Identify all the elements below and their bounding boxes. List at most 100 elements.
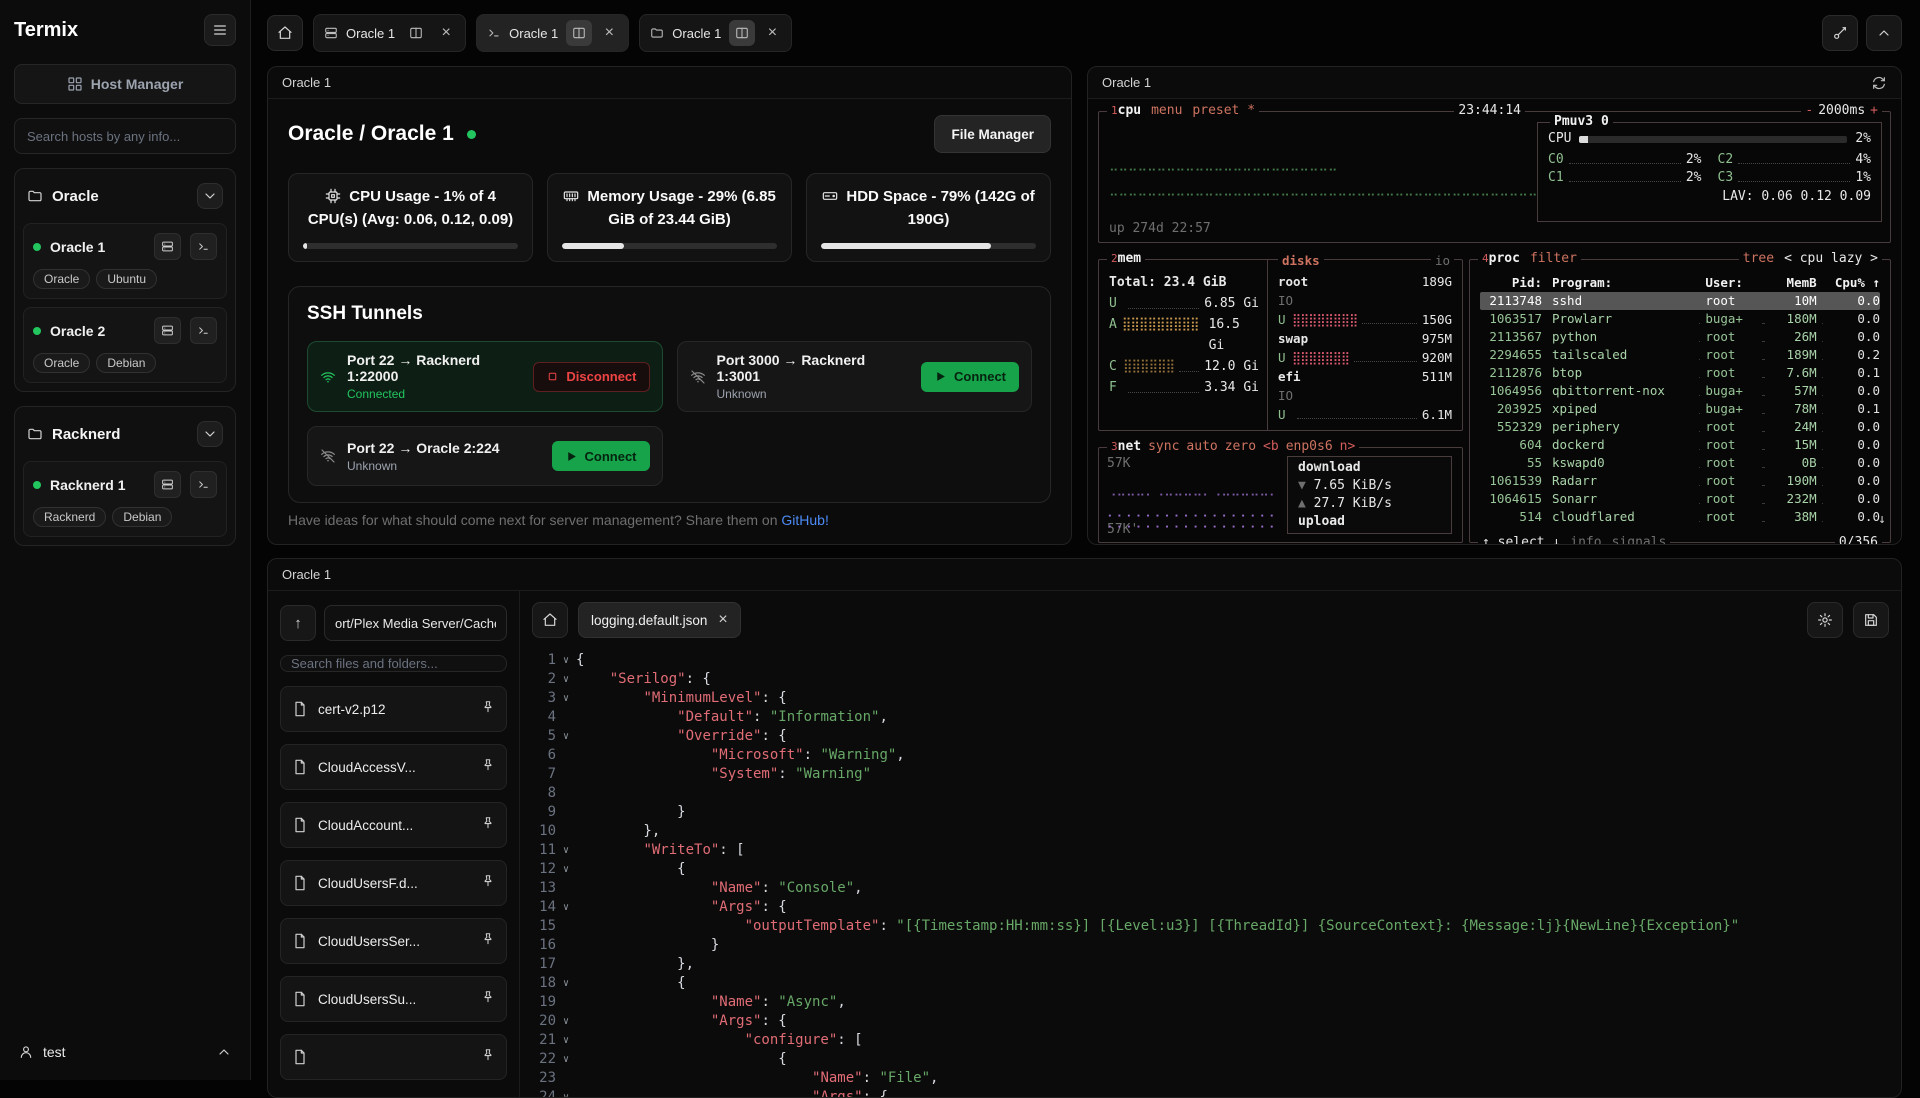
- file-list-item[interactable]: CloudUsersF.d...: [280, 860, 507, 906]
- file-manager-button[interactable]: File Manager: [934, 115, 1051, 153]
- open-file-tab[interactable]: logging.default.json ×: [578, 602, 741, 638]
- host-terminal-button[interactable]: [190, 471, 217, 498]
- file-list-item[interactable]: [280, 1034, 507, 1080]
- process-row[interactable]: 2113748sshdroot10M0.0: [1480, 292, 1880, 310]
- line-number: 3: [520, 689, 556, 708]
- collapse-button[interactable]: [1866, 15, 1902, 51]
- fold-marker[interactable]: ∨: [556, 860, 576, 879]
- tab-files[interactable]: Oracle 1×: [639, 14, 792, 52]
- play-icon: [934, 370, 947, 383]
- file-list-item[interactable]: cert-v2.p12: [280, 686, 507, 732]
- proc-filter[interactable]: filter: [1530, 251, 1577, 267]
- process-row[interactable]: 514cloudflaredroot38M0.0: [1480, 508, 1880, 526]
- host-terminal-button[interactable]: [190, 233, 217, 260]
- proc-tree[interactable]: tree: [1743, 251, 1774, 267]
- host-connect-button[interactable]: [154, 233, 181, 260]
- editor-settings-button[interactable]: [1807, 602, 1843, 638]
- connect-button[interactable]: Connect: [921, 362, 1019, 392]
- proc-footer-info[interactable]: info: [1570, 535, 1601, 545]
- process-row[interactable]: 1061539Radarrroot190M0.0: [1480, 472, 1880, 490]
- file-list-item[interactable]: CloudAccessV...: [280, 744, 507, 790]
- host-terminal-button[interactable]: [190, 317, 217, 344]
- file-list-item[interactable]: CloudUsersSu...: [280, 976, 507, 1022]
- host-item[interactable]: Oracle 2OracleDebian: [23, 307, 227, 383]
- host-group-header[interactable]: Racknerd: [23, 415, 227, 453]
- group-collapse-button[interactable]: [197, 183, 223, 209]
- host-group-header[interactable]: Oracle: [23, 177, 227, 215]
- process-row[interactable]: 55kswapd0root0B0.0: [1480, 454, 1880, 472]
- btop-menu[interactable]: menu: [1151, 103, 1182, 119]
- refresh-icon[interactable]: [1871, 75, 1887, 91]
- tab-close-button[interactable]: ×: [437, 25, 455, 41]
- tab-close-button[interactable]: ×: [763, 25, 781, 41]
- chevron-up-icon[interactable]: [216, 1044, 232, 1060]
- pin-button[interactable]: [481, 990, 495, 1009]
- feedback-text: Have ideas for what should come next for…: [288, 512, 829, 528]
- tab-close-button[interactable]: ×: [600, 25, 618, 41]
- menu-button[interactable]: [204, 14, 236, 46]
- fold-marker[interactable]: ∨: [556, 841, 576, 860]
- host-item[interactable]: Oracle 1OracleUbuntu: [23, 223, 227, 299]
- search-hosts-input[interactable]: [14, 118, 236, 154]
- file-search-input[interactable]: [280, 655, 507, 672]
- tools-button[interactable]: [1822, 15, 1858, 51]
- fold-marker[interactable]: ∨: [556, 974, 576, 993]
- fold-marker[interactable]: ∨: [556, 898, 576, 917]
- split-view-button[interactable]: [729, 20, 755, 46]
- fold-marker[interactable]: ∨: [556, 670, 576, 689]
- process-row[interactable]: 203925xpipedbuga+78M0.1: [1480, 400, 1880, 418]
- process-row[interactable]: 1064615Sonarrroot232M0.0: [1480, 490, 1880, 508]
- server-rows-icon: [161, 324, 174, 337]
- host-manager-button[interactable]: Host Manager: [14, 64, 236, 104]
- group-collapse-button[interactable]: [197, 421, 223, 447]
- file-list-item[interactable]: CloudUsersSer...: [280, 918, 507, 964]
- parent-directory-button[interactable]: ↑: [280, 605, 316, 641]
- host-connect-button[interactable]: [154, 471, 181, 498]
- pin-button[interactable]: [481, 932, 495, 951]
- process-row[interactable]: 552329peripheryroot24M0.0: [1480, 418, 1880, 436]
- fold-marker[interactable]: ∨: [556, 1088, 576, 1097]
- pin-button[interactable]: [481, 700, 495, 719]
- terminal-screen[interactable]: 1cpu menu preset * 23:44:14 - 2000ms + ⠒…: [1088, 99, 1901, 544]
- split-view-button[interactable]: [566, 20, 592, 46]
- pin-button[interactable]: [481, 1048, 495, 1067]
- github-link[interactable]: GitHub!: [781, 512, 828, 528]
- disk-meter-row: U6.1M: [1278, 405, 1452, 424]
- tab-terminal[interactable]: Oracle 1×: [476, 14, 629, 52]
- pin-button[interactable]: [481, 874, 495, 893]
- code-line: 23 "Name": "File",: [520, 1069, 1901, 1088]
- host-connect-button[interactable]: [154, 317, 181, 344]
- tab-server[interactable]: Oracle 1×: [313, 14, 466, 52]
- process-row[interactable]: 604dockerdroot15M0.0: [1480, 436, 1880, 454]
- sidebar-footer[interactable]: test: [14, 1038, 236, 1066]
- close-file-button[interactable]: ×: [718, 612, 727, 628]
- home-directory-button[interactable]: [532, 602, 568, 638]
- fold-marker[interactable]: ∨: [556, 727, 576, 746]
- proc-footer-signals[interactable]: signals: [1612, 535, 1667, 545]
- proc-footer-select[interactable]: ↑ select ↓: [1482, 535, 1560, 545]
- pin-button[interactable]: [481, 816, 495, 835]
- pin-button[interactable]: [481, 758, 495, 777]
- connect-button[interactable]: Connect: [552, 441, 650, 471]
- process-row[interactable]: 2294655tailscaledroot189M0.2: [1480, 346, 1880, 364]
- fold-marker[interactable]: ∨: [556, 1012, 576, 1031]
- file-list-item[interactable]: CloudAccount...: [280, 802, 507, 848]
- proc-sort[interactable]: < cpu lazy >: [1784, 251, 1878, 267]
- btop-preset[interactable]: preset *: [1192, 103, 1255, 119]
- split-view-button[interactable]: [403, 20, 429, 46]
- fold-marker[interactable]: ∨: [556, 651, 576, 670]
- process-row[interactable]: 2113567pythonroot26M0.0: [1480, 328, 1880, 346]
- home-button[interactable]: [267, 15, 303, 51]
- process-row[interactable]: 1063517Prowlarrbuga+180M0.0: [1480, 310, 1880, 328]
- fold-marker[interactable]: ∨: [556, 689, 576, 708]
- process-row[interactable]: 2112876btoproot7.6M0.1: [1480, 364, 1880, 382]
- fold-marker[interactable]: ∨: [556, 1050, 576, 1069]
- fold-marker[interactable]: ∨: [556, 1031, 576, 1050]
- path-input[interactable]: [324, 605, 507, 641]
- process-row[interactable]: 1064956qbittorrent-noxbuga+57M0.0: [1480, 382, 1880, 400]
- save-file-button[interactable]: [1853, 602, 1889, 638]
- host-item[interactable]: Racknerd 1RacknerdDebian: [23, 461, 227, 537]
- code-editor[interactable]: 1∨{2∨ "Serilog": {3∨ "MinimumLevel": {4 …: [520, 649, 1901, 1097]
- disconnect-button[interactable]: Disconnect: [533, 362, 649, 392]
- code-line: 7 "System": "Warning": [520, 765, 1901, 784]
